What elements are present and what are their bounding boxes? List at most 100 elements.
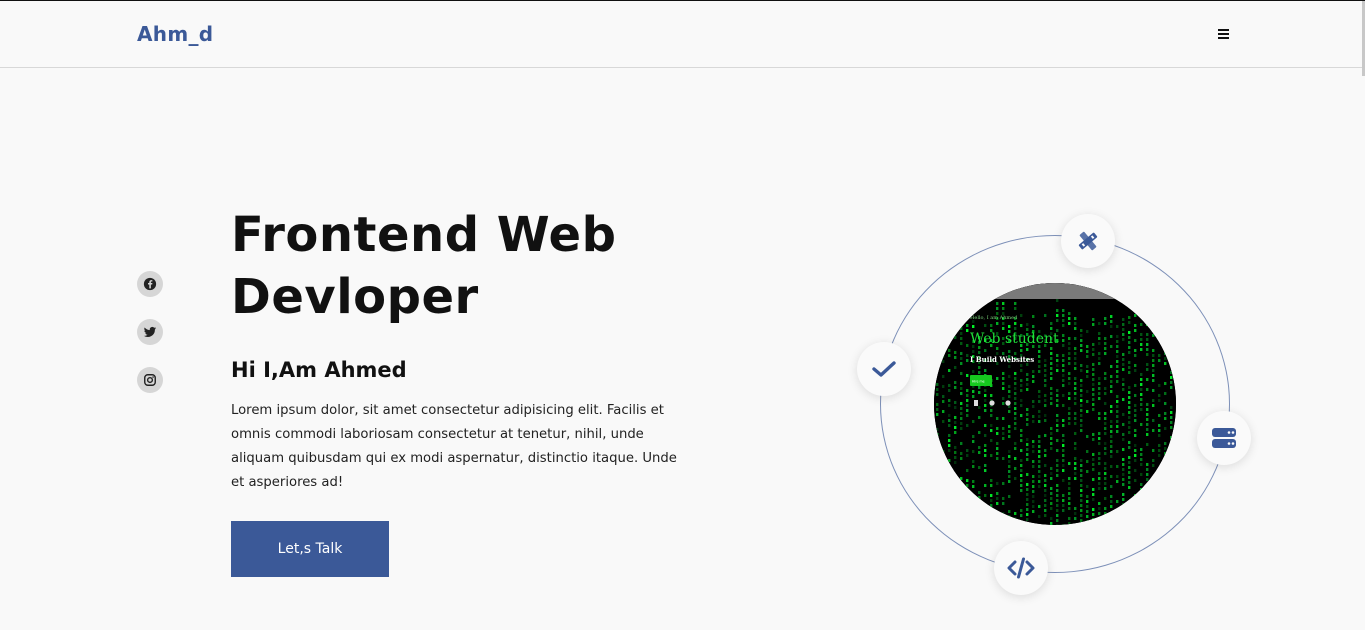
twitter-icon[interactable] [137, 319, 163, 345]
matrix-glyph [1098, 512, 1101, 515]
matrix-glyph [1164, 362, 1167, 365]
matrix-glyph [1092, 363, 1095, 366]
profile-image: Hello, I am Ahmed Web student I Build We… [934, 283, 1176, 525]
matrix-glyph [1074, 367, 1077, 370]
matrix-glyph [1050, 502, 1053, 505]
matrix-glyph [996, 377, 999, 380]
matrix-glyph [1092, 343, 1095, 346]
matrix-glyph [1110, 475, 1113, 478]
matrix-glyph [1152, 389, 1155, 392]
matrix-glyph [1026, 488, 1029, 491]
matrix-glyph [1038, 410, 1041, 413]
matrix-glyph [1002, 382, 1005, 385]
matrix-glyph [984, 394, 987, 397]
matrix-glyph [1122, 423, 1125, 426]
matrix-glyph [1158, 429, 1161, 432]
matrix-glyph [966, 329, 969, 332]
matrix-glyph [1032, 475, 1035, 478]
server-icon[interactable] [1197, 411, 1251, 465]
facebook-icon[interactable] [137, 271, 163, 297]
matrix-glyph [1020, 369, 1023, 372]
matrix-glyph [1008, 465, 1011, 468]
matrix-glyph [1122, 413, 1125, 416]
matrix-glyph [1008, 425, 1011, 428]
matrix-glyph [1026, 423, 1029, 426]
matrix-glyph [1026, 453, 1029, 456]
matrix-glyph [1146, 408, 1149, 411]
matrix-glyph [1122, 463, 1125, 466]
matrix-glyph [1056, 364, 1059, 367]
matrix-glyph [1062, 364, 1065, 367]
matrix-glyph [1014, 387, 1017, 390]
matrix-glyph [1146, 428, 1149, 431]
logo[interactable]: Ahm_d [137, 22, 213, 46]
matrix-glyph [1080, 474, 1083, 477]
matrix-glyph [1050, 437, 1053, 440]
matrix-glyph [1134, 404, 1137, 407]
matrix-glyph [948, 419, 951, 422]
matrix-glyph [1092, 493, 1095, 496]
matrix-glyph [1038, 445, 1041, 448]
matrix-glyph [1122, 333, 1125, 336]
matrix-glyph [1116, 350, 1119, 353]
matrix-glyph [1044, 414, 1047, 417]
matrix-glyph [1044, 314, 1047, 317]
matrix-glyph [1116, 480, 1119, 483]
matrix-glyph [936, 383, 939, 386]
matrix-glyph [1062, 379, 1065, 382]
matrix-glyph [1146, 413, 1149, 416]
matrix-glyph [1080, 469, 1083, 472]
photo-heading: Web student [970, 331, 1059, 347]
matrix-glyph [984, 424, 987, 427]
matrix-glyph [1140, 473, 1143, 476]
matrix-glyph [1068, 337, 1071, 340]
matrix-glyph [1068, 502, 1071, 505]
hamburger-icon[interactable] [1218, 29, 1229, 39]
matrix-glyph [1098, 507, 1101, 510]
matrix-glyph [1104, 402, 1107, 405]
check-icon[interactable] [857, 342, 911, 396]
matrix-glyph [1032, 480, 1035, 483]
matrix-glyph [1098, 392, 1101, 395]
code-icon[interactable] [994, 541, 1048, 595]
matrix-glyph [1056, 424, 1059, 427]
matrix-glyph [1152, 429, 1155, 432]
matrix-glyph [1116, 380, 1119, 383]
matrix-glyph [1014, 302, 1017, 305]
matrix-glyph [1050, 402, 1053, 405]
matrix-glyph [1074, 357, 1077, 360]
matrix-glyph [1098, 442, 1101, 445]
matrix-glyph [1104, 392, 1107, 395]
matrix-glyph [1110, 420, 1113, 423]
matrix-glyph [1020, 469, 1023, 472]
matrix-glyph [1008, 480, 1011, 483]
matrix-glyph [1092, 353, 1095, 356]
matrix-glyph [1116, 355, 1119, 358]
matrix-glyph [1164, 442, 1167, 445]
matrix-glyph [1050, 377, 1053, 380]
matrix-glyph [1056, 419, 1059, 422]
matrix-glyph [960, 452, 963, 455]
matrix-glyph [996, 347, 999, 350]
matrix-glyph [1104, 432, 1107, 435]
matrix-glyph [1080, 424, 1083, 427]
matrix-glyph [1158, 449, 1161, 452]
matrix-glyph [1074, 322, 1077, 325]
matrix-glyph [1128, 461, 1131, 464]
matrix-glyph [1038, 350, 1041, 353]
design-tools-icon[interactable] [1061, 214, 1115, 268]
matrix-glyph [1116, 340, 1119, 343]
matrix-glyph [1050, 492, 1053, 495]
matrix-glyph [1032, 370, 1035, 373]
header: Ahm_d [0, 1, 1365, 68]
matrix-glyph [1134, 454, 1137, 457]
matrix-glyph [1026, 508, 1029, 511]
matrix-glyph [984, 434, 987, 437]
matrix-glyph [936, 428, 939, 431]
matrix-glyph [1140, 348, 1143, 351]
instagram-icon[interactable] [137, 367, 163, 393]
matrix-glyph [1032, 465, 1035, 468]
matrix-glyph [1086, 350, 1089, 353]
matrix-glyph [1086, 435, 1089, 438]
lets-talk-button[interactable]: Let,s Talk [231, 521, 389, 577]
